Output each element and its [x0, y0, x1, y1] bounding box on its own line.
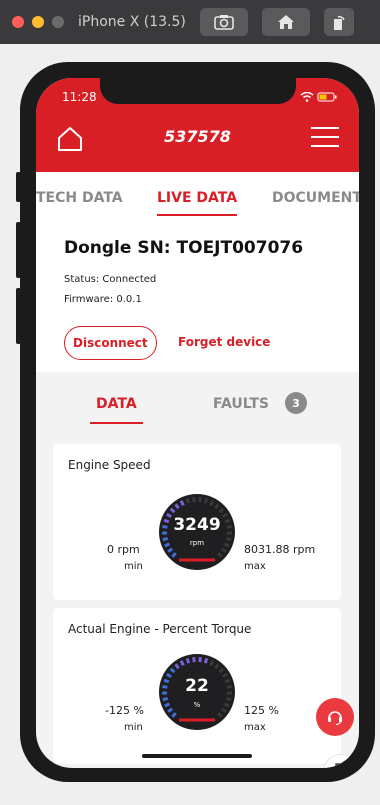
zoom-window-button[interactable] — [52, 16, 64, 28]
camera-icon — [214, 15, 234, 30]
tab-faults[interactable]: FAULTS — [213, 396, 269, 412]
gauge-value: 3249 — [173, 515, 221, 535]
rotate-button[interactable] — [323, 8, 354, 36]
tab-live-data[interactable]: LIVE DATA — [157, 190, 238, 216]
forget-device-link[interactable]: Forget device — [178, 335, 270, 349]
wifi-icon — [300, 91, 313, 102]
data-faults-tabs: DATA FAULTS 3 — [36, 386, 359, 436]
simulator-title: iPhone X (13.5) — [78, 14, 186, 30]
card-title: Engine Speed — [68, 458, 151, 472]
close-window-button[interactable] — [12, 16, 24, 28]
gauge-tick — [179, 500, 185, 506]
battery-icon — [317, 92, 337, 102]
tab-documents[interactable]: DOCUMENT — [272, 190, 359, 206]
download-icon — [335, 763, 348, 768]
tab-data[interactable]: DATA — [90, 396, 143, 424]
home-indicator — [142, 754, 252, 758]
device-panel: TECH DATA LIVE DATA DOCUMENT Dongle SN: … — [36, 172, 359, 372]
gauge-tick — [185, 657, 191, 664]
simulator-toolbar: iPhone X (13.5) — [0, 0, 380, 44]
gauge-value: 22 — [185, 676, 209, 696]
engine-torque-card: Actual Engine - Percent Torque 22 % -125… — [53, 608, 341, 764]
gauge-tick — [162, 697, 169, 702]
card-title: Actual Engine - Percent Torque — [68, 622, 252, 636]
status-icons — [300, 90, 338, 103]
status-time: 11:28 — [62, 90, 97, 104]
home-button[interactable] — [261, 8, 310, 36]
screenshot-button[interactable] — [199, 8, 248, 36]
house-icon — [277, 15, 294, 29]
gauge-tick — [225, 697, 232, 702]
tab-tech-data[interactable]: TECH DATA — [36, 190, 123, 206]
max-label: max — [244, 561, 266, 572]
gauge-tick — [179, 660, 185, 666]
gauge-tick — [203, 657, 209, 664]
min-value: 0 rpm — [107, 543, 140, 556]
gauge-unit: rpm — [189, 539, 205, 547]
simulator-canvas: 11:28 537578 TECH DATA LIVE DATA DOCUMEN… — [0, 44, 380, 805]
rotate-icon — [333, 16, 345, 30]
faults-count-badge: 3 — [285, 392, 307, 414]
minimize-window-button[interactable] — [32, 16, 44, 28]
gauge-unit: % — [193, 701, 201, 709]
support-button[interactable] — [316, 698, 354, 736]
gauge-tick — [209, 660, 215, 666]
max-value: 125 % — [244, 704, 279, 717]
volume-down-button — [16, 288, 21, 344]
engine-speed-card: Engine Speed 3249 rpm 0 rpm min 8031.88 … — [53, 444, 341, 600]
min-label: min — [124, 722, 143, 733]
min-label: min — [124, 561, 143, 572]
top-tab-bar: TECH DATA LIVE DATA DOCUMENT — [36, 186, 359, 226]
max-label: max — [244, 722, 266, 733]
gauge-tick — [185, 497, 191, 504]
app-screen: 11:28 537578 TECH DATA LIVE DATA DOCUMEN… — [36, 78, 359, 768]
disconnect-button[interactable]: Disconnect — [64, 326, 157, 360]
max-value: 8031.88 rpm — [244, 543, 316, 556]
volume-up-button — [16, 222, 21, 278]
notch — [100, 78, 296, 104]
hamburger-menu-icon[interactable] — [311, 127, 339, 149]
headset-icon — [328, 711, 342, 726]
gauge-tick — [209, 500, 215, 506]
iphone-frame: 11:28 537578 TECH DATA LIVE DATA DOCUMEN… — [16, 62, 375, 782]
gauge-tick — [203, 497, 209, 504]
dongle-serial: Dongle SN: TOEJT007076 — [64, 238, 304, 258]
connection-status: Status: Connected — [64, 274, 157, 285]
mute-switch — [16, 172, 21, 202]
min-value: -125 % — [105, 704, 144, 717]
firmware-version: Firmware: 0.0.1 — [64, 294, 142, 305]
